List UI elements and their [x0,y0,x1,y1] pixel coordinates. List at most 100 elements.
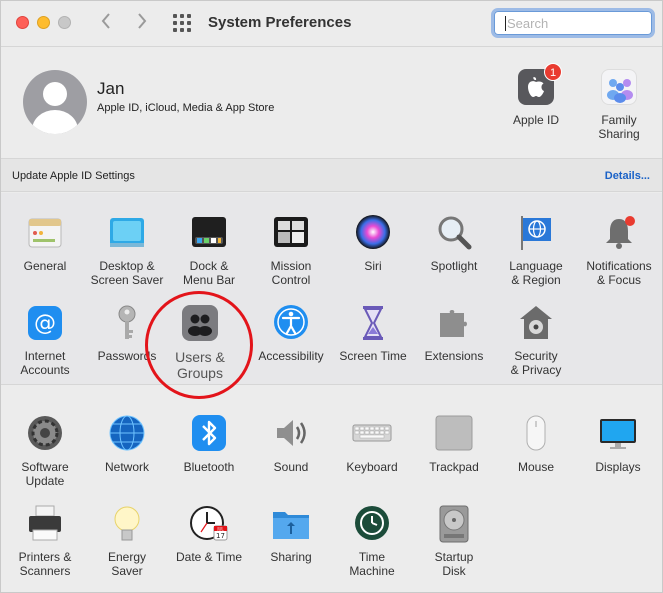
pane-label-line2: Accounts [20,363,70,377]
bulb-icon [107,504,147,544]
pane-label-line2: Machine [349,564,395,578]
family-sharing-pane[interactable]: Family Sharing [589,69,649,141]
printer-icon [25,504,65,544]
pane-mouse[interactable]: Mouse [495,414,577,474]
pane-label: Time [358,550,386,564]
pane-label: Extensions [424,349,484,363]
trackpad-icon [434,414,474,454]
spotlight-icon [434,213,474,253]
apple-id-label: Apple ID [512,113,560,127]
pane-label: Desktop & [99,259,155,273]
pane-language-region[interactable]: Language & Region [495,213,577,287]
avatar[interactable] [23,70,87,134]
globe-icon [107,414,147,454]
forward-button[interactable] [131,11,153,35]
notifications-icon [599,213,639,253]
pane-mission-control[interactable]: Mission Control [250,213,332,287]
zoom-window-button[interactable] [58,16,71,29]
pane-energy-saver[interactable]: Energy Saver [86,504,168,578]
notification-badge: 1 [544,63,562,81]
pane-label: Energy [107,550,147,564]
pane-software-update[interactable]: Software Update [4,414,86,488]
pane-notifications-focus[interactable]: Notifications & Focus [578,213,660,287]
update-apple-id-bar: Update Apple ID Settings Details... [1,158,662,192]
show-all-grid-button[interactable] [173,14,193,34]
pane-time-machine[interactable]: Time Machine [331,504,413,578]
account-section: Jan Apple ID, iCloud, Media & App Store … [1,48,662,158]
pane-label: Notifications [586,259,652,273]
pane-startup-disk[interactable]: Startup Disk [413,504,495,578]
pane-accessibility[interactable]: Accessibility [250,303,332,363]
update-message: Update Apple ID Settings [12,170,135,182]
pane-label: Dock & [189,259,229,273]
apple-logo-icon: 1 [518,63,562,105]
mouse-icon [516,414,556,454]
desktop-icon [107,213,147,253]
pane-label-line2: Control [271,273,311,287]
hourglass-icon [353,303,393,343]
pane-dock-menu-bar[interactable]: Dock & Menu Bar [168,213,250,287]
siri-icon [353,213,393,253]
pane-sharing[interactable]: Sharing [250,504,332,564]
pane-bluetooth[interactable]: Bluetooth [168,414,250,474]
pane-displays[interactable]: Displays [577,414,659,474]
chevron-right-icon [138,13,147,29]
keyboard-icon [352,414,392,454]
pane-siri[interactable]: Siri [332,213,414,273]
pane-desktop-screen-saver[interactable]: Desktop & Screen Saver [86,213,168,287]
minimize-window-button[interactable] [37,16,50,29]
pane-label-line2: Saver [111,564,143,578]
disk-icon [434,504,474,544]
pane-label: Screen Time [339,349,407,363]
pane-label: Mouse [517,460,555,474]
pane-label: Keyboard [346,460,398,474]
pane-label: Security [514,349,558,363]
folder-icon [271,504,311,544]
search-input[interactable] [507,15,647,32]
user-name[interactable]: Jan [97,79,124,99]
lock-house-icon [516,303,556,343]
pane-network[interactable]: Network [86,414,168,474]
pane-trackpad[interactable]: Trackpad [413,414,495,474]
display-icon [598,414,638,454]
pane-security-privacy[interactable]: Security & Privacy [495,303,577,377]
apple-id-pane[interactable]: 1 Apple ID [506,63,566,127]
back-button[interactable] [95,11,117,35]
pane-label: Network [104,460,149,474]
pane-label: Sound [273,460,309,474]
chevron-left-icon [101,13,110,29]
pane-label: Trackpad [429,460,479,474]
pane-printers-scanners[interactable]: Printers & Scanners [4,504,86,578]
highlight-circle [145,291,253,399]
pane-label-line2: & Privacy [510,363,562,377]
pane-label: Language [509,259,563,273]
pane-sound[interactable]: Sound [250,414,332,474]
pane-label: Software [21,460,69,474]
pane-internet-accounts[interactable]: @ Internet Accounts [4,303,86,377]
pane-screen-time[interactable]: Screen Time [332,303,414,363]
close-window-button[interactable] [16,16,29,29]
pane-label: Date & Time [175,550,243,564]
text-cursor [505,16,506,31]
pane-label: Printers & [18,550,72,564]
pane-spotlight[interactable]: Spotlight [413,213,495,273]
pane-label-line2: Menu Bar [182,273,236,287]
family-label-line2: Sharing [598,127,640,141]
pane-label-line2: & Focus [596,273,641,287]
window-title: System Preferences [208,14,352,31]
pane-label-line2: & Region [511,273,561,287]
system-preferences-window: System Preferences Jan Apple ID, iCloud,… [0,0,663,593]
calendar-month: JUL [216,526,224,531]
gear-icon [25,414,65,454]
pane-date-time[interactable]: JUL 17 Date & Time [168,504,250,564]
pane-keyboard[interactable]: Keyboard [331,414,413,474]
pane-label: Sharing [270,550,312,564]
details-link[interactable]: Details... [605,170,650,182]
general-icon [25,213,65,253]
search-field[interactable] [491,8,655,38]
pane-extensions[interactable]: Extensions [413,303,495,363]
accessibility-icon [271,303,311,343]
family-label-line1: Family [601,113,637,127]
pane-general[interactable]: General [4,213,86,273]
pane-label: Siri [364,259,382,273]
